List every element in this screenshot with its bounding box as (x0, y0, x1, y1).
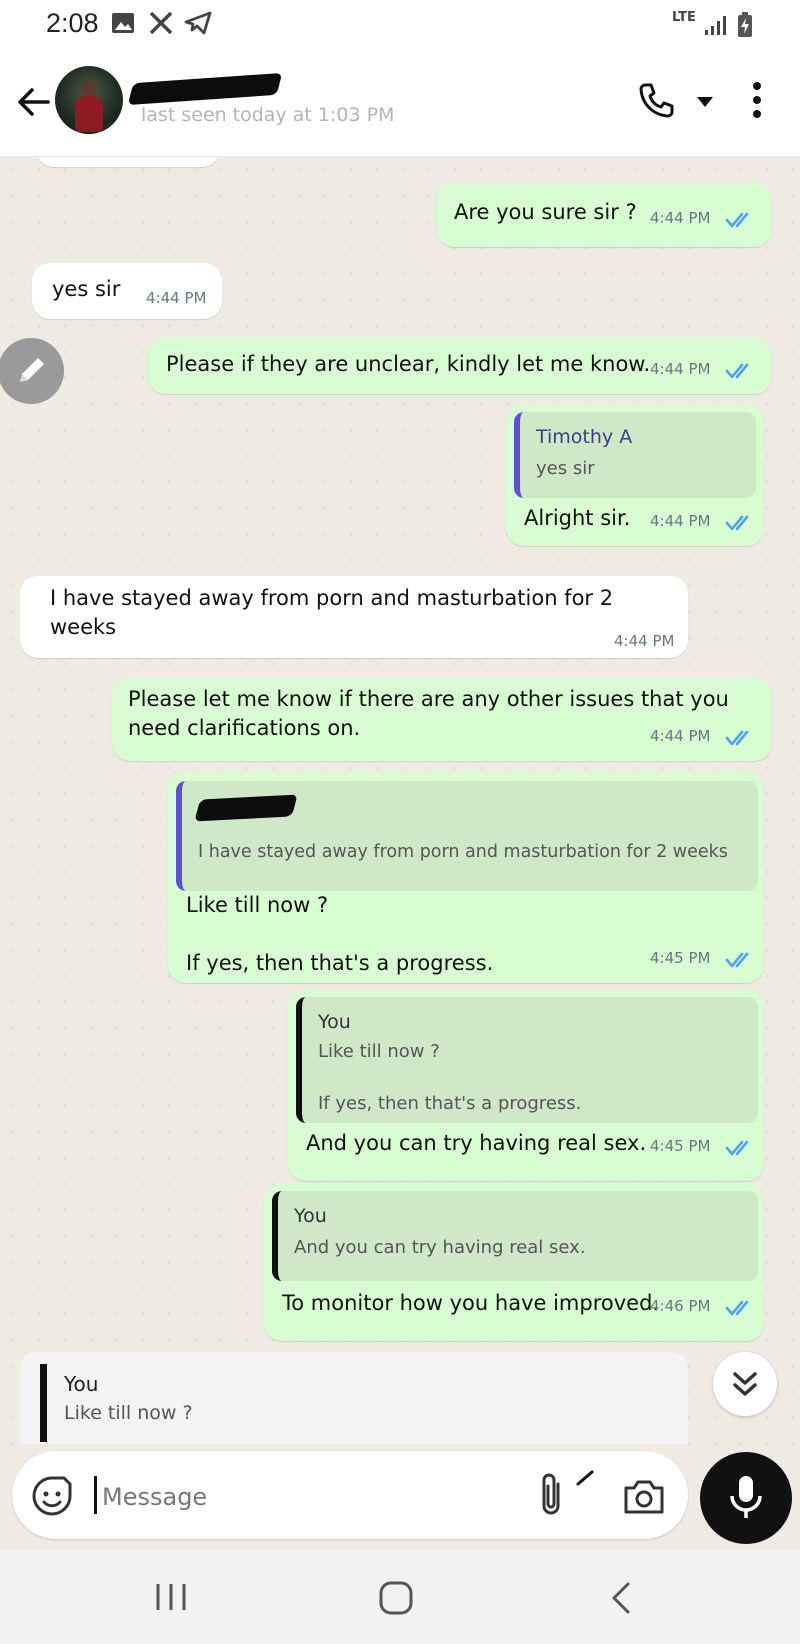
back-arrow-icon[interactable] (14, 82, 54, 122)
phone-icon[interactable] (636, 80, 676, 120)
system-nav-bar (0, 1550, 800, 1644)
message-bubble-out[interactable]: You Like till now ? If yes, then that's … (288, 989, 764, 1181)
status-bar: 2:08 LTE (0, 0, 800, 48)
recent-apps-icon[interactable] (154, 1582, 188, 1612)
message-meta: 4:44 PM (650, 209, 757, 229)
message-bubble-in[interactable]: I have stayed away from porn and masturb… (20, 576, 688, 658)
voice-record-button[interactable] (700, 1452, 792, 1544)
message-text: yes sir (52, 277, 121, 301)
signal-icon (705, 16, 726, 35)
message-text: And you can try having real sex. (306, 1131, 647, 1155)
lte-icon: LTE (672, 10, 696, 25)
double-check-icon (725, 952, 749, 968)
message-time: 4:44 PM (650, 360, 711, 378)
message-text: To monitor how you have improved. (282, 1291, 660, 1315)
attach-accent-icon (576, 1470, 594, 1486)
double-check-icon (725, 363, 749, 379)
scroll-to-bottom-button[interactable] (713, 1352, 777, 1416)
gallery-icon (112, 13, 134, 33)
message-text: Are you sure sir ? (454, 200, 637, 224)
message-meta: 4:44 PM (650, 512, 757, 532)
message-time: 4:46 PM (650, 1297, 711, 1315)
message-text: Like till now ? If yes, then that's a pr… (186, 893, 494, 975)
quoted-message[interactable]: Timothy A yes sir (514, 412, 756, 498)
mic-icon (730, 1476, 762, 1518)
double-check-icon (725, 212, 749, 228)
emoji-sticker-icon[interactable] (30, 1474, 74, 1518)
battery-charging-icon (738, 12, 752, 37)
double-check-icon (725, 515, 749, 531)
more-vert-icon[interactable] (745, 80, 769, 120)
message-time: 4:44 PM (146, 289, 207, 307)
message-bubble-out[interactable]: Please if they are unclear, kindly let m… (148, 338, 772, 394)
pencil-icon (20, 358, 44, 382)
double-check-icon (725, 730, 749, 746)
message-time: 4:45 PM (650, 949, 711, 967)
quoted-name: You (294, 1205, 327, 1227)
home-icon[interactable] (378, 1580, 414, 1616)
quoted-text: Like till now ? If yes, then that's a pr… (318, 1041, 582, 1114)
reply-preview-name: You (64, 1372, 99, 1396)
message-bubble-in[interactable]: yes sir 4:44 PM (32, 263, 222, 319)
edit-fab[interactable] (0, 338, 64, 404)
status-time: 2:08 (46, 8, 99, 38)
quoted-message[interactable]: You Like till now ? If yes, then that's … (296, 997, 758, 1123)
message-input[interactable] (100, 1474, 504, 1520)
chat-thread[interactable]: Are you sure sir ? 4:44 PM yes sir 4:44 … (0, 157, 800, 1450)
message-time: 4:44 PM (650, 727, 711, 745)
message-bubble-out[interactable]: I have stayed away from porn and masturb… (168, 771, 764, 983)
message-text: Please if they are unclear, kindly let m… (166, 352, 651, 376)
reply-preview-bar (40, 1364, 47, 1442)
message-meta: 4:44 PM (650, 360, 757, 380)
message-meta: 4:46 PM (650, 1297, 757, 1317)
camera-icon[interactable] (622, 1474, 666, 1518)
double-check-icon (725, 1300, 749, 1316)
message-text: Alright sir. (524, 506, 631, 530)
message-meta: 4:45 PM (650, 949, 757, 969)
message-bubble-out[interactable]: Please let me know if there are any othe… (112, 677, 772, 761)
message-time: 4:44 PM (650, 512, 711, 530)
message-meta: 4:45 PM (650, 1137, 757, 1157)
contact-name-redacted[interactable] (127, 72, 283, 106)
quoted-name: Timothy A (536, 426, 633, 448)
double-check-icon (725, 1140, 749, 1156)
reply-preview (20, 1352, 688, 1444)
quoted-message[interactable]: You And you can try having real sex. (272, 1191, 758, 1281)
message-time: 4:44 PM (650, 209, 711, 227)
quoted-text: yes sir (536, 458, 595, 479)
telegram-icon (184, 11, 212, 35)
message-text: Please let me know if there are any othe… (128, 687, 729, 740)
message-bubble-out[interactable]: Are you sure sir ? 4:44 PM (436, 183, 772, 247)
message-time: 4:45 PM (650, 1137, 711, 1155)
quoted-text: I have stayed away from porn and masturb… (198, 842, 728, 862)
double-chevron-down-icon (733, 1372, 757, 1396)
quoted-text: And you can try having real sex. (294, 1237, 586, 1258)
chat-header (0, 48, 800, 157)
quoted-message[interactable]: I have stayed away from porn and masturb… (176, 781, 758, 891)
message-meta: 4:44 PM (650, 727, 757, 747)
message-bubble-partial[interactable] (36, 157, 220, 167)
message-bubble-out[interactable]: Timothy A yes sir Alright sir. 4:44 PM (506, 404, 764, 546)
text-cursor (94, 1476, 97, 1514)
message-time: 4:44 PM (614, 632, 675, 650)
last-seen-status: last seen today at 1:03 PM (141, 104, 395, 126)
attach-icon[interactable] (536, 1470, 566, 1518)
message-bubble-out[interactable]: You And you can try having real sex. To … (264, 1183, 764, 1341)
x-app-icon (149, 11, 173, 35)
message-text: I have stayed away from porn and masturb… (50, 586, 614, 639)
quoted-name: You (318, 1011, 351, 1033)
back-icon[interactable] (608, 1580, 634, 1616)
quoted-name-redacted (194, 794, 298, 822)
dropdown-caret-icon[interactable] (696, 96, 714, 108)
reply-preview-text: Like till now ? (64, 1402, 193, 1424)
avatar[interactable] (55, 66, 123, 134)
